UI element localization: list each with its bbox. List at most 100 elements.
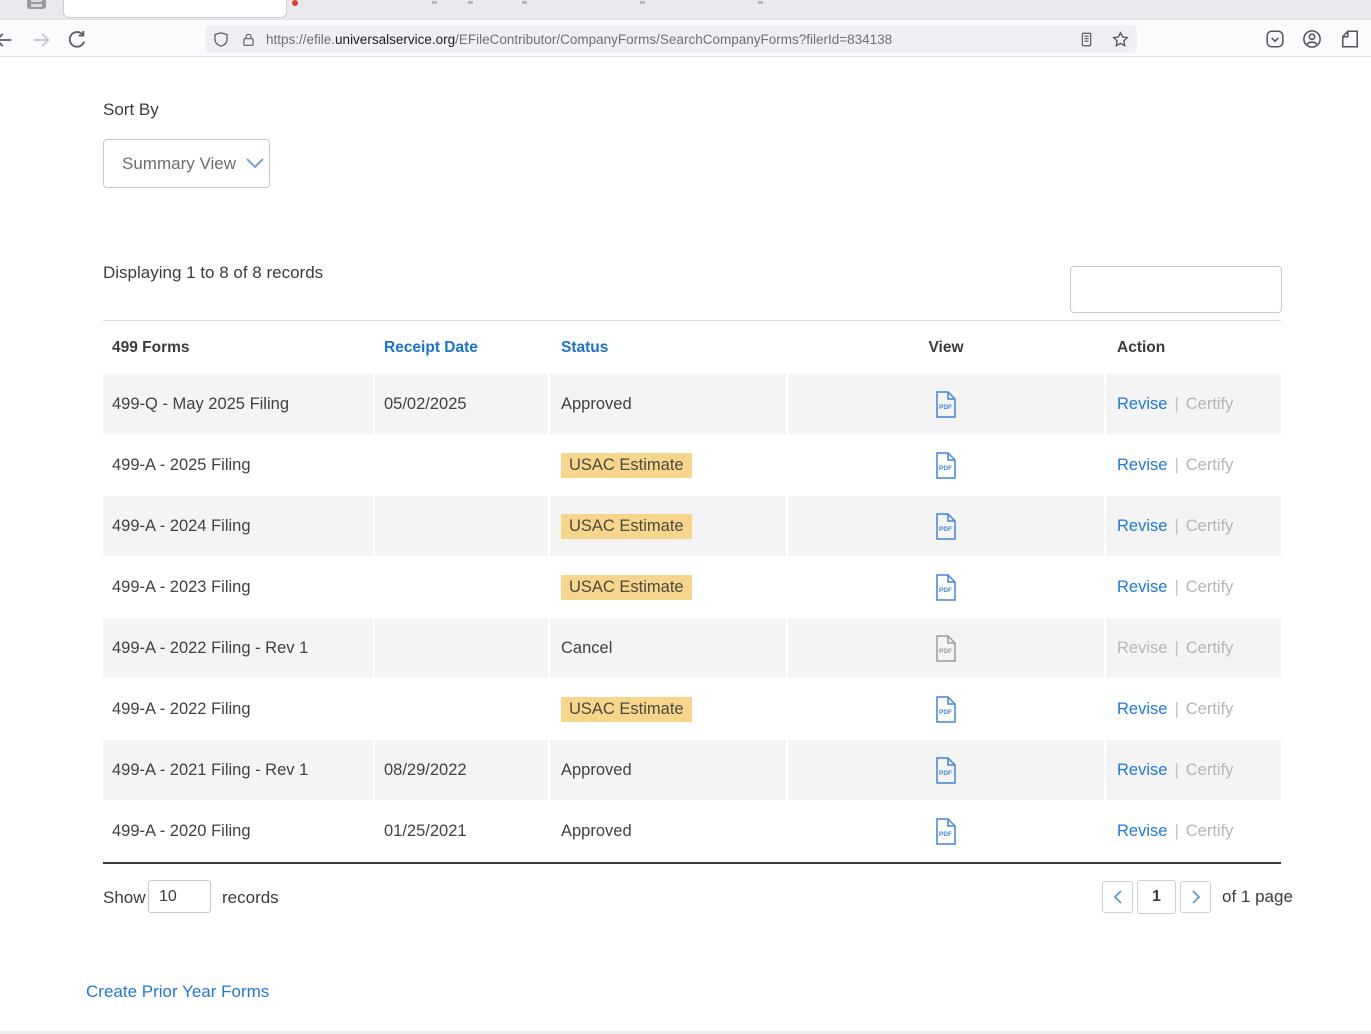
table-row: 499-Q - May 2025 Filing 05/02/2025 Appro… <box>103 374 1281 434</box>
chevron-down-icon <box>246 158 264 169</box>
active-tab[interactable] <box>63 0 287 18</box>
page-info: of 1 page <box>1222 887 1293 907</box>
revise-link[interactable]: Revise <box>1117 395 1167 414</box>
certify-link: Certify <box>1186 761 1234 780</box>
certify-link: Certify <box>1186 456 1234 475</box>
revise-link[interactable]: Revise <box>1117 822 1167 841</box>
svg-text:PDF: PDF <box>939 770 952 777</box>
status-value: Approved <box>561 822 632 841</box>
table-row: 499-A - 2020 Filing 01/25/2021 Approved … <box>103 801 1281 861</box>
certify-link: Certify <box>1186 822 1234 841</box>
bookmark-star-icon[interactable] <box>1112 31 1129 48</box>
url-bar[interactable]: https://efile.universalservice.org/EFile… <box>205 25 1137 53</box>
form-name: 499-A - 2022 Filing <box>103 679 373 739</box>
pocket-icon[interactable] <box>1265 29 1285 49</box>
tab-notification-dot <box>292 0 298 6</box>
form-name: 499-Q - May 2025 Filing <box>103 374 373 434</box>
status-value: Approved <box>561 395 632 414</box>
form-name: 499-A - 2022 Filing - Rev 1 <box>103 618 373 678</box>
pdf-icon[interactable]: PDF <box>935 513 957 540</box>
status-value: Cancel <box>561 639 612 658</box>
page-content: Sort By Summary View Displaying 1 to 8 o… <box>0 57 1371 1034</box>
page-size-input[interactable] <box>148 880 211 913</box>
revise-link[interactable]: Revise <box>1117 578 1167 597</box>
reload-icon[interactable] <box>66 29 88 51</box>
pdf-icon[interactable]: PDF <box>935 452 957 479</box>
table-row: 499-A - 2025 Filing USAC Estimate PDF Re… <box>103 435 1281 495</box>
records-summary: Displaying 1 to 8 of 8 records <box>103 263 323 283</box>
browser-toolbar: https://efile.universalservice.org/EFile… <box>0 21 1371 57</box>
form-name: 499-A - 2023 Filing <box>103 557 373 617</box>
table-row: 499-A - 2024 Filing USAC Estimate PDF Re… <box>103 496 1281 556</box>
create-prior-year-forms-link[interactable]: Create Prior Year Forms <box>86 982 269 1002</box>
previous-page-button[interactable] <box>1102 881 1133 913</box>
table-row: 499-A - 2023 Filing USAC Estimate PDF Re… <box>103 557 1281 617</box>
show-label: Show <box>103 888 146 908</box>
action-separator: | <box>1174 822 1178 841</box>
next-page-button[interactable] <box>1180 881 1211 913</box>
column-header-499-forms: 499 Forms <box>103 339 373 357</box>
browser-window: https://efile.universalservice.org/EFile… <box>0 0 1371 1034</box>
pdf-icon[interactable]: PDF <box>935 574 957 601</box>
reader-mode-icon[interactable] <box>1079 31 1094 48</box>
back-icon[interactable] <box>0 29 15 51</box>
sort-selected-value: Summary View <box>122 154 236 174</box>
action-separator: | <box>1174 395 1178 414</box>
firefox-view-icon[interactable] <box>27 0 46 9</box>
status-value: USAC Estimate <box>561 575 692 600</box>
column-header-view: View <box>788 339 1104 357</box>
pdf-icon[interactable]: PDF <box>935 818 957 845</box>
search-input[interactable] <box>1071 267 1296 312</box>
chevron-right-icon <box>1190 889 1202 905</box>
sort-by-label: Sort By <box>103 100 159 120</box>
action-separator: | <box>1174 456 1178 475</box>
receipt-date: 01/25/2021 <box>375 801 548 861</box>
status-value: USAC Estimate <box>561 453 692 478</box>
tab-text-fragment <box>640 1 645 4</box>
revise-link[interactable]: Revise <box>1117 517 1167 536</box>
svg-text:PDF: PDF <box>939 465 952 472</box>
sort-view-select[interactable]: Summary View <box>103 139 270 188</box>
current-page-box[interactable]: 1 <box>1137 880 1176 914</box>
table-row: 499-A - 2022 Filing - Rev 1 Cancel PDF R… <box>103 618 1281 678</box>
status-value: USAC Estimate <box>561 514 692 539</box>
action-separator: | <box>1174 517 1178 536</box>
column-header-action: Action <box>1106 339 1281 357</box>
certify-link: Certify <box>1186 578 1234 597</box>
table-body: 499-Q - May 2025 Filing 05/02/2025 Appro… <box>103 374 1281 864</box>
action-separator: | <box>1174 700 1178 719</box>
chevron-left-icon <box>1112 889 1124 905</box>
pdf-icon[interactable]: PDF <box>935 696 957 723</box>
certify-link: Certify <box>1186 395 1234 414</box>
receipt-date <box>375 435 548 495</box>
shield-permissions-icon[interactable] <box>213 31 229 48</box>
sidebar-icon[interactable] <box>1340 29 1360 49</box>
receipt-date: 08/29/2022 <box>375 740 548 800</box>
pdf-icon[interactable]: PDF <box>935 757 957 784</box>
revise-link[interactable]: Revise <box>1117 761 1167 780</box>
column-header-status[interactable]: Status <box>550 339 786 357</box>
tab-text-fragment <box>432 1 437 4</box>
revise-link[interactable]: Revise <box>1117 700 1167 719</box>
account-icon[interactable] <box>1302 29 1322 49</box>
certify-link: Certify <box>1186 639 1234 658</box>
pdf-icon[interactable]: PDF <box>935 391 957 418</box>
certify-link: Certify <box>1186 517 1234 536</box>
form-name: 499-A - 2024 Filing <box>103 496 373 556</box>
form-name: 499-A - 2020 Filing <box>103 801 373 861</box>
lock-icon[interactable] <box>241 31 256 48</box>
receipt-date: 05/02/2025 <box>375 374 548 434</box>
forward-icon[interactable] <box>30 29 52 51</box>
receipt-date <box>375 496 548 556</box>
receipt-date <box>375 679 548 739</box>
url-text[interactable]: https://efile.universalservice.org/EFile… <box>266 32 1079 47</box>
svg-text:PDF: PDF <box>939 404 952 411</box>
svg-text:PDF: PDF <box>939 526 952 533</box>
tab-text-fragment <box>468 1 473 4</box>
tab-text-fragment <box>758 1 763 4</box>
revise-link[interactable]: Revise <box>1117 456 1167 475</box>
column-header-receipt-date[interactable]: Receipt Date <box>375 339 548 357</box>
certify-link: Certify <box>1186 700 1234 719</box>
action-separator: | <box>1174 639 1178 658</box>
forms-table: 499 Forms Receipt Date Status View Actio… <box>103 320 1281 864</box>
